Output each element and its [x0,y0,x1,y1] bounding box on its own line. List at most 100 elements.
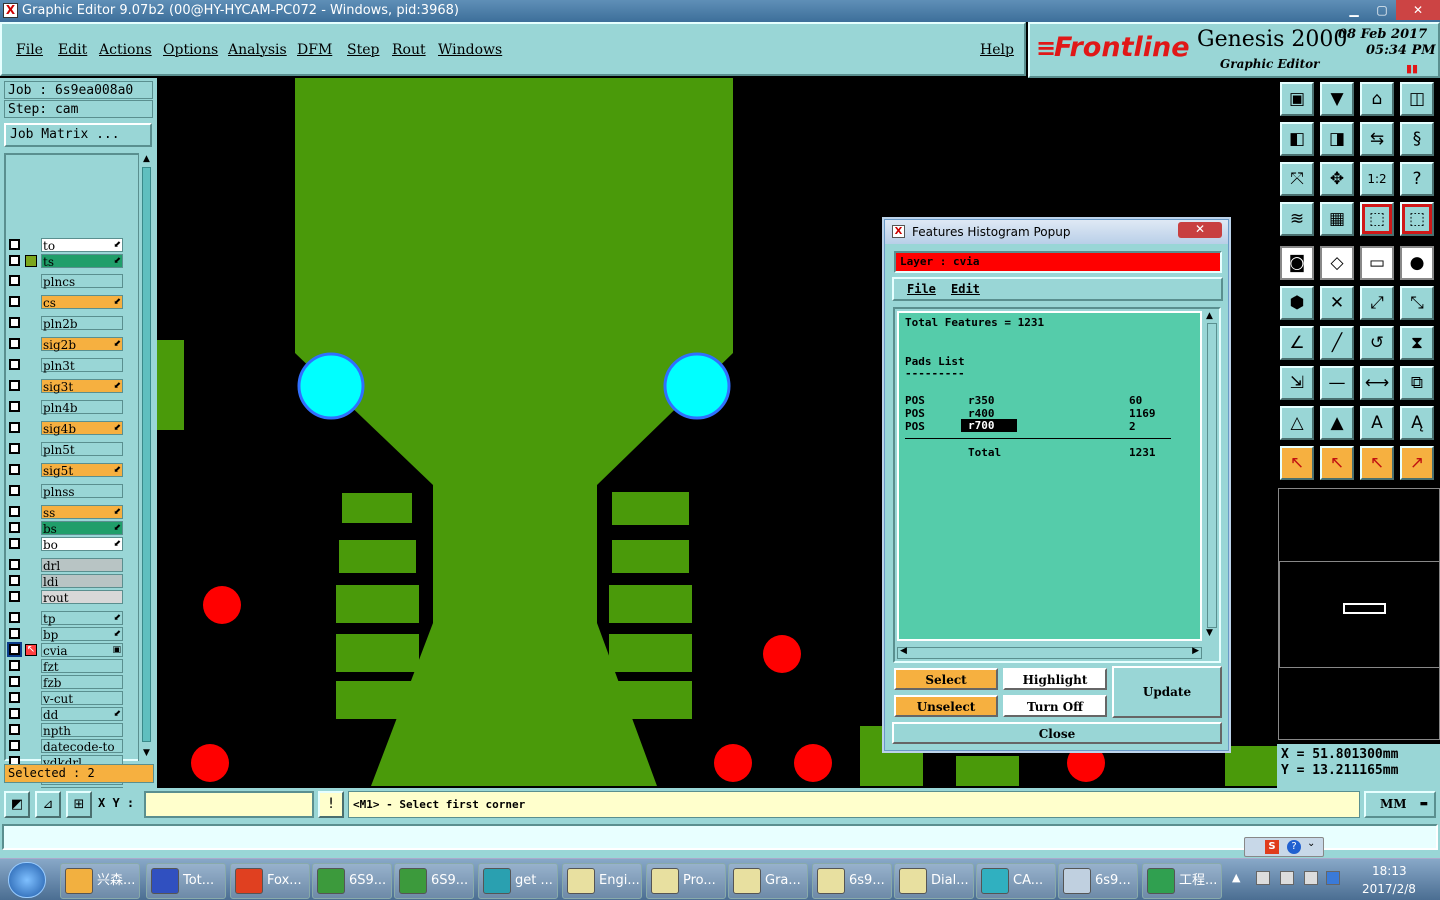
resize-icon[interactable]: ⇲ [1280,366,1314,400]
ime-menu-icon[interactable]: ⌄ [1307,838,1315,849]
angle-icon[interactable]: ∠ [1280,326,1314,360]
layer-name[interactable]: sig3t [41,379,123,394]
popup-close-button[interactable]: Close [892,722,1222,744]
cross-icon[interactable]: ✕ [1320,286,1354,320]
layer-row-sig5t[interactable]: sig5t ⬋ [6,463,124,478]
layer-affected-box[interactable] [25,380,37,392]
layer-row-bs[interactable]: bs ⬋ [6,521,124,536]
layer-name[interactable]: bs [41,521,123,536]
triangle-icon[interactable]: △ [1280,406,1314,440]
layer-checkbox[interactable] [9,708,20,719]
draw-line-icon[interactable]: ◩ [4,791,30,818]
taskbar-item[interactable]: Engi... [562,863,642,899]
layer-row-sig2b[interactable]: sig2b ⬋ [6,337,124,352]
layer-checkbox[interactable] [9,464,20,475]
layer-name[interactable]: v-cut [41,691,123,706]
layer-name[interactable]: ldi [41,574,123,589]
menu-edit[interactable]: Edit [58,42,87,58]
scroll-down-icon[interactable]: ▼ [141,747,152,759]
start-button[interactable] [8,862,46,898]
menu-help[interactable]: Help [980,42,1014,58]
layer-name[interactable]: fzb [41,675,123,690]
layer-checkbox[interactable] [9,692,20,703]
layer-checkbox[interactable] [9,422,20,433]
circle-icon[interactable]: ● [1400,246,1434,280]
mirror-icon[interactable]: ⇆ [1360,122,1394,156]
layer-name[interactable]: plnss [41,484,123,499]
layer-affected-box[interactable] [25,538,37,550]
layer-name[interactable]: datecode-to [41,739,123,754]
layer-checkbox[interactable] [9,359,20,370]
window-icon[interactable]: ◫ [1400,82,1434,116]
layer-row-plnss[interactable]: plnss [6,484,124,499]
help-icon[interactable]: ? [1287,840,1301,854]
taskbar-item[interactable]: 6s9... [812,863,892,899]
menu-windows[interactable]: Windows [438,42,502,58]
taskbar-item[interactable]: Pro... [646,863,726,899]
layer-row-pln5t[interactable]: pln5t [6,442,124,457]
layer-name[interactable]: bp [41,627,123,642]
layer-affected-box[interactable] [25,740,37,752]
overview-map[interactable] [1278,488,1440,740]
layer-name[interactable]: dd [41,707,123,722]
layer-checkbox[interactable] [9,628,20,639]
layer-checkbox[interactable] [9,676,20,687]
group-icon[interactable]: ⧉ [1400,366,1434,400]
layer-name[interactable]: ts [41,254,123,269]
layer-affected-box[interactable] [25,443,37,455]
layer-name[interactable]: drl [41,558,123,573]
layer-name[interactable]: pln3t [41,358,123,373]
layer-affected-box[interactable] [25,591,37,603]
layer-row-v-cut[interactable]: v-cut [6,691,124,706]
layers-red2-icon[interactable]: ⬚ [1400,202,1434,236]
layer-checkbox[interactable] [9,506,20,517]
close-button[interactable]: ✕ [1396,0,1440,20]
layer-affected-box[interactable] [25,708,37,720]
layer-checkbox[interactable] [9,660,20,671]
layer-row-drl[interactable]: drl [6,558,124,573]
taskbar-item[interactable]: CA... [976,863,1056,899]
layer-row-sig3t[interactable]: sig3t ⬋ [6,379,124,394]
popup-scroll-right-icon[interactable]: ▶ [1192,646,1199,656]
overview-viewport[interactable] [1343,603,1386,614]
layer-checkbox[interactable] [9,380,20,391]
split-icon[interactable]: ⧗ [1400,326,1434,360]
menu-actions[interactable]: Actions [99,42,152,58]
layer-affected-box[interactable] [25,359,37,371]
update-button[interactable]: Update [1112,666,1222,718]
layer-row-plncs[interactable]: plncs [6,274,124,289]
layer-checkbox[interactable] [9,317,20,328]
xy-input[interactable] [144,791,314,818]
layer-affected-box[interactable] [25,612,37,624]
layer-checkbox[interactable] [9,522,20,533]
layer-affected-box[interactable] [25,422,37,434]
select-box-icon[interactable]: ↖ [1320,446,1354,480]
popup-menu-file[interactable]: File [907,282,936,296]
work-layer-arrow-icon[interactable]: ↖ [25,644,37,656]
layer-name[interactable]: pln4b [41,400,123,415]
layer-checkbox[interactable] [9,575,20,586]
scroll-thumb[interactable] [142,167,151,742]
layer-affected-box[interactable] [25,255,37,267]
measure-icon[interactable]: ⊿ [35,791,61,818]
alert-icon[interactable]: ! [318,791,344,818]
layer-name[interactable]: sig2b [41,337,123,352]
layer-row-datecode-to[interactable]: datecode-to [6,739,124,754]
edit-shape-icon[interactable]: ◇ [1320,246,1354,280]
maximize-button[interactable]: ▢ [1368,0,1396,20]
layer-affected-box[interactable] [25,317,37,329]
minus-icon[interactable]: — [1320,366,1354,400]
layer-checkbox[interactable] [9,443,20,454]
tray-expand-icon[interactable]: ▲ [1232,871,1240,884]
turn-off-button[interactable]: Turn Off [1003,695,1107,717]
center-icon[interactable]: ✥ [1320,162,1354,196]
layer-row-rout[interactable]: rout [6,590,124,605]
layer-row-bo[interactable]: bo ⬋ [6,537,124,552]
taskbar-item[interactable]: Gra... [728,863,808,899]
layer-row-ss[interactable]: ss ⬋ [6,505,124,520]
span-icon[interactable]: ⟷ [1360,366,1394,400]
taskbar-item[interactable]: get ... [478,863,558,899]
save-icon[interactable]: ▼ [1320,82,1354,116]
layer-checkbox[interactable] [9,724,20,735]
layer-checkbox[interactable] [9,538,20,549]
